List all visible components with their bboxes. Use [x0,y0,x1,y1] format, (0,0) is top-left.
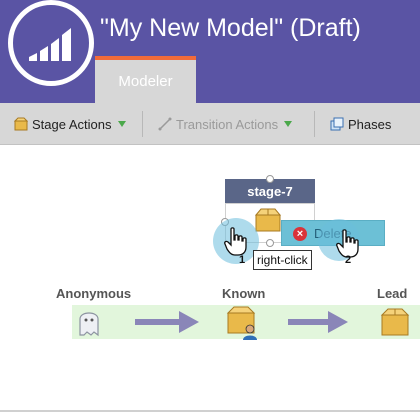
connection-handle[interactable] [266,175,274,183]
chevron-down-icon [284,121,293,127]
transition-arrow[interactable] [288,311,350,333]
box-icon [14,117,28,131]
toolbar-divider [142,111,143,137]
box-icon[interactable] [380,307,412,337]
toolbar-divider [314,111,315,137]
tab-modeler[interactable]: Modeler [95,56,196,103]
step-badge: 2 [345,254,352,266]
phases-icon [330,117,344,131]
hand-cursor-icon [224,227,247,256]
delete-icon: × [293,227,307,241]
logo[interactable] [8,0,94,86]
marketo-logo-icon [29,28,71,61]
phase-label-lead: Lead [377,286,408,301]
phases-button[interactable]: Phases [330,103,391,145]
phase-label-known: Known [222,286,266,301]
phase-label-anonymous: Anonymous [56,286,132,301]
phases-label: Phases [348,116,392,132]
tooltip: right-click [253,250,312,270]
ghost-icon[interactable] [76,307,102,337]
step-badge: 1 [239,254,246,266]
box-person-icon[interactable] [226,305,262,341]
stage-actions-label: Stage Actions [32,116,112,132]
app-header: "My New Model" (Draft) Modeler [0,0,420,103]
tab-modeler-label: Modeler [118,73,173,90]
chevron-down-icon [117,121,126,127]
transition-arrow[interactable] [135,311,201,333]
box-icon [254,208,282,232]
transition-actions-label: Transition Actions [176,116,279,132]
model-canvas[interactable] [0,146,420,412]
connection-handle[interactable] [266,239,274,247]
stage-name: stage-7 [247,183,293,199]
transition-actions-menu[interactable]: Transition Actions [158,103,293,145]
stage-actions-menu[interactable]: Stage Actions [14,103,126,145]
page-title: "My New Model" (Draft) [100,14,361,42]
transition-icon [158,117,172,131]
toolbar: Stage Actions Transition Actions Phases [0,103,420,145]
